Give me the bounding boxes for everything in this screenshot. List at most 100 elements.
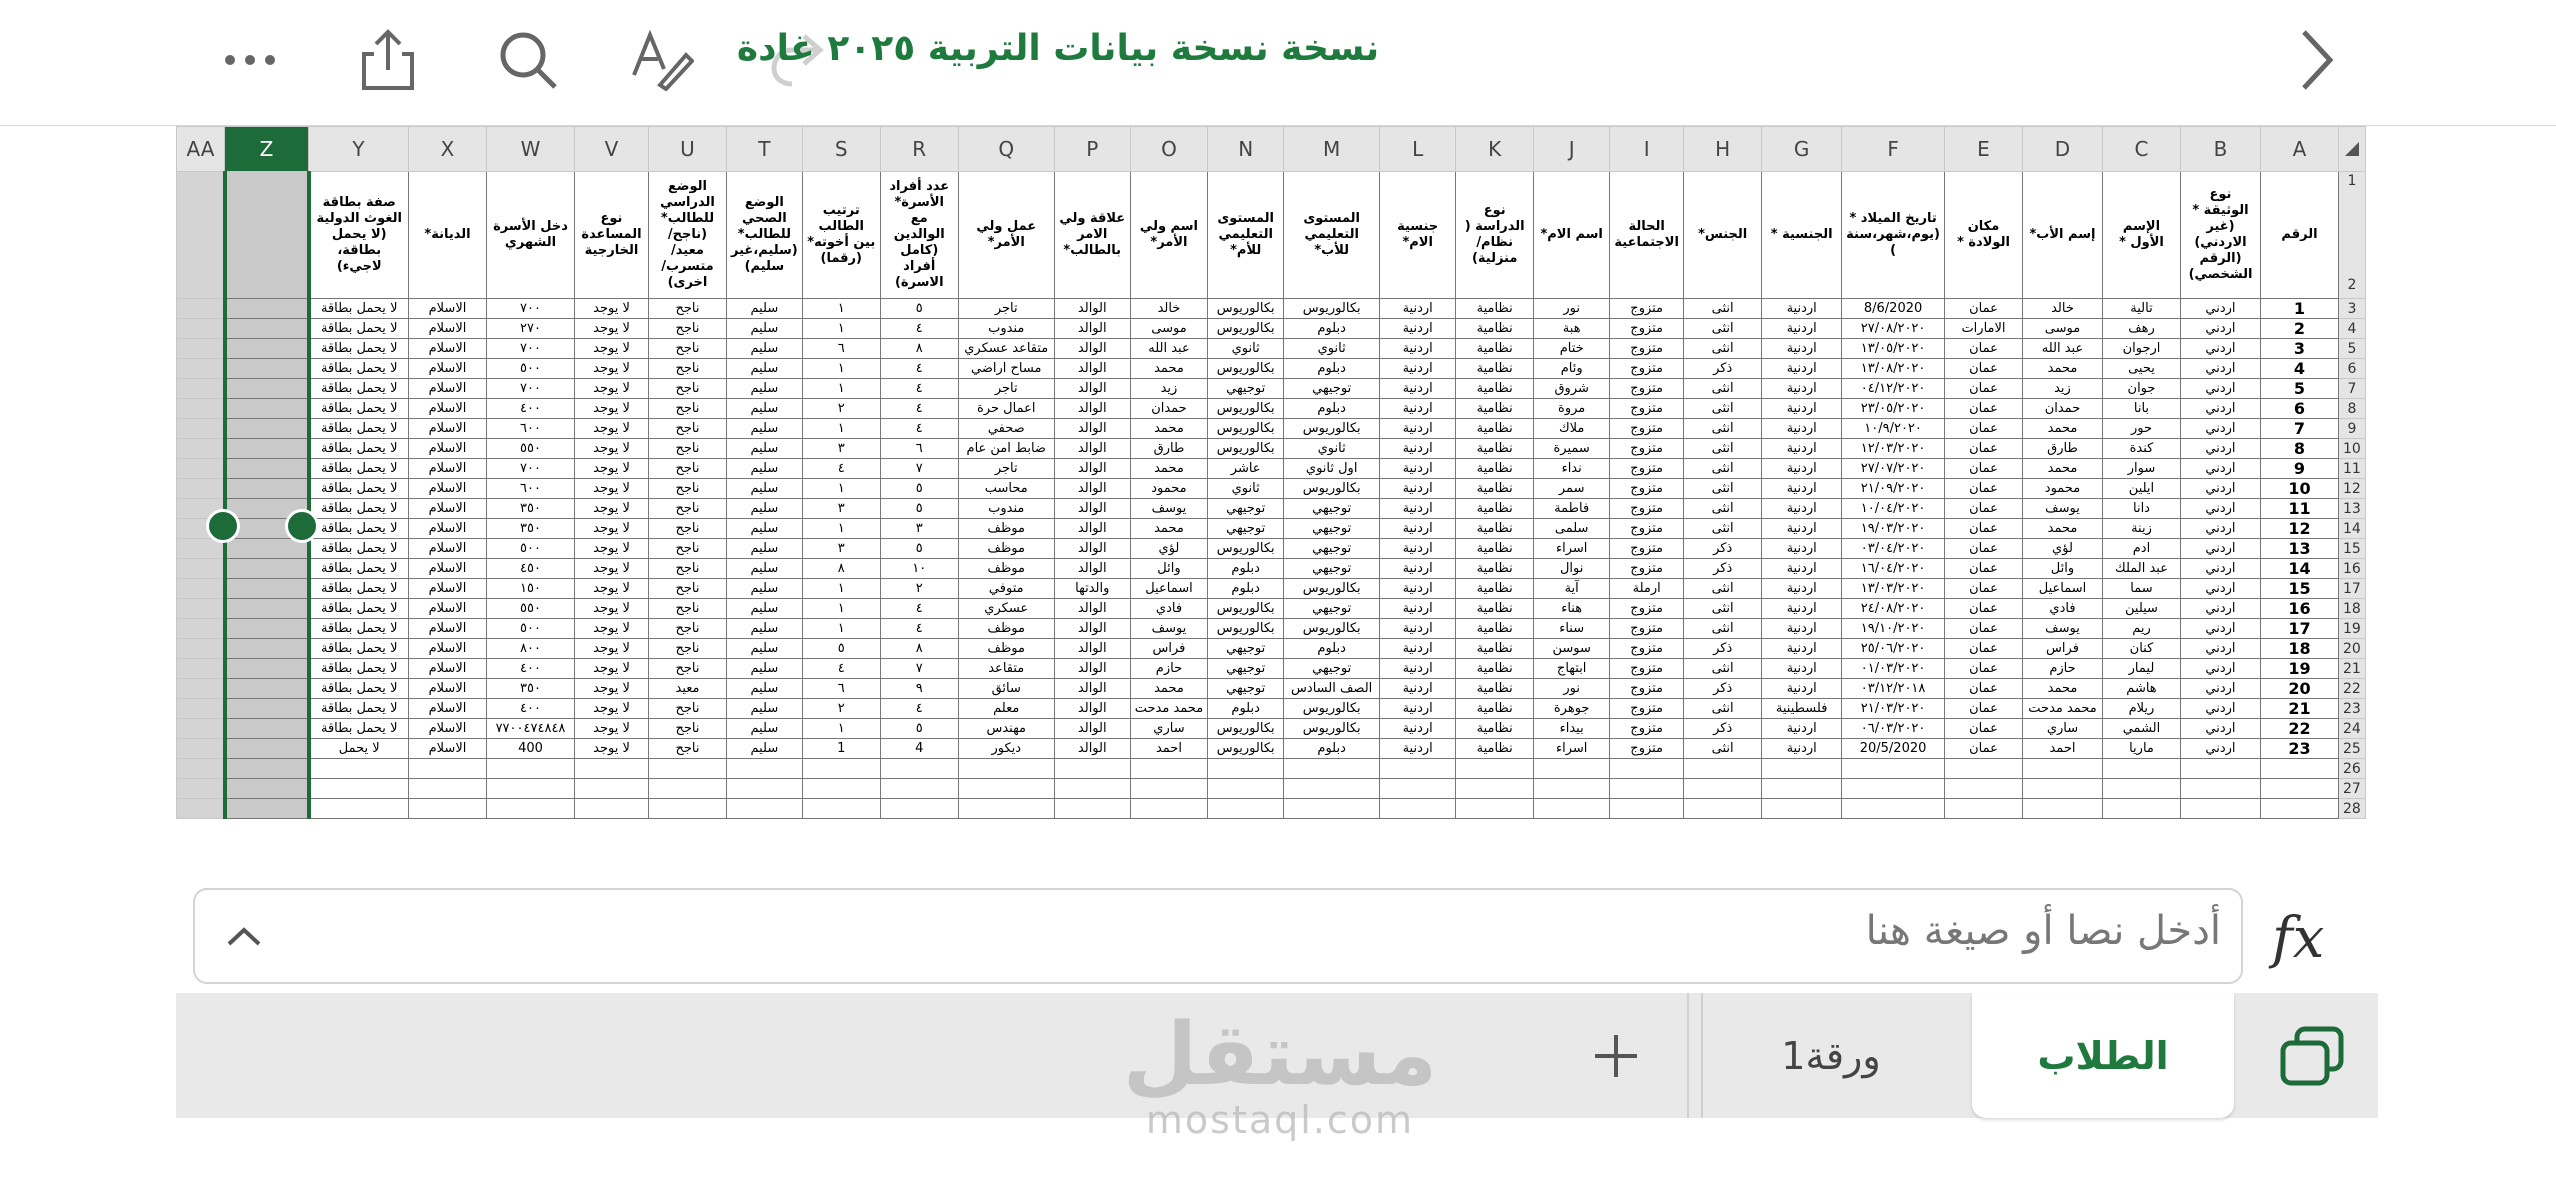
table-cell[interactable]: اردنية (1761, 578, 1843, 599)
header-cell[interactable]: نوع الدراسة ( نظام/ منزلية) (1455, 171, 1535, 299)
header-cell[interactable]: دخل الأسرة الشهري (486, 171, 575, 299)
table-cell[interactable]: انثى (1683, 398, 1763, 419)
table-cell[interactable]: اردني (2179, 638, 2261, 659)
table-cell[interactable]: لا يحمل بطاقة (308, 338, 409, 359)
table-cell[interactable]: ٦٠٠ (486, 418, 575, 439)
table-cell[interactable]: الاسلام (408, 598, 487, 619)
table-cell[interactable]: ٥٠٠ (486, 618, 575, 639)
table-cell[interactable]: اردني (2179, 678, 2261, 699)
row-number[interactable]: 8 (2337, 398, 2366, 419)
table-cell-empty[interactable] (648, 778, 727, 799)
table-cell[interactable]: ٤٠٠ (486, 398, 575, 419)
table-cell[interactable]: ١٠/٠٤/٢٠٢٠ (1841, 498, 1945, 519)
table-cell[interactable]: بيداء (1533, 718, 1611, 739)
table-cell[interactable]: نظامية (1455, 658, 1535, 679)
table-cell[interactable] (176, 338, 225, 359)
table-cell[interactable]: بكالوريوس (1207, 438, 1285, 459)
table-cell-empty[interactable] (1207, 778, 1285, 799)
table-cell[interactable]: انثى (1683, 438, 1763, 459)
table-cell[interactable] (222, 698, 311, 719)
table-cell[interactable]: سليم (726, 558, 803, 579)
table-cell[interactable]: ٢٧٠ (486, 318, 575, 339)
table-cell[interactable]: لا يوجد (574, 318, 649, 339)
table-cell[interactable]: عبد الملك (2101, 558, 2181, 579)
column-header-t[interactable]: T (726, 126, 803, 172)
table-cell[interactable]: نظامية (1455, 598, 1535, 619)
table-cell[interactable]: 12 (2259, 518, 2339, 539)
table-cell[interactable]: اردنية (1379, 478, 1457, 499)
column-header-aa[interactable]: AA (176, 126, 225, 172)
table-cell[interactable]: بكالوريوس (1207, 718, 1285, 739)
table-cell[interactable]: لا يحمل بطاقة (308, 718, 409, 739)
table-cell[interactable]: ١٩/١٠/٢٠٢٠ (1841, 618, 1945, 639)
table-cell-empty[interactable] (408, 758, 487, 779)
table-cell[interactable]: الاسلام (408, 298, 487, 319)
chevron-right-icon[interactable] (2278, 22, 2354, 98)
table-cell[interactable]: متزوج (1609, 698, 1685, 719)
table-cell[interactable]: دبلوم (1283, 638, 1381, 659)
table-cell[interactable]: نظامية (1455, 538, 1535, 559)
row-number[interactable]: 7 (2337, 378, 2366, 399)
table-cell[interactable]: ٩ (879, 678, 959, 699)
table-cell[interactable]: متزوج (1609, 398, 1685, 419)
column-header-d[interactable]: D (2021, 126, 2103, 172)
table-cell[interactable]: دبلوم (1283, 358, 1381, 379)
table-cell[interactable]: ١ (801, 378, 881, 399)
table-cell[interactable]: لا يوجد (574, 658, 649, 679)
table-cell[interactable]: 2 (2259, 318, 2339, 339)
table-cell[interactable]: بكالوريوس (1283, 298, 1381, 319)
column-header-n[interactable]: N (1207, 126, 1285, 172)
table-cell[interactable]: ناجح (648, 598, 727, 619)
table-cell[interactable]: ادم (2101, 538, 2181, 559)
row-number[interactable]: 13 (2337, 498, 2366, 519)
table-cell[interactable]: اسراء (1533, 738, 1611, 759)
row-number[interactable]: 16 (2337, 558, 2366, 579)
table-cell[interactable]: حور (2101, 418, 2181, 439)
header-cell[interactable]: الجنس* (1683, 171, 1763, 299)
table-cell[interactable]: نظامية (1455, 298, 1535, 319)
table-cell[interactable]: ريم (2101, 618, 2181, 639)
table-cell[interactable] (222, 658, 311, 679)
table-cell[interactable] (176, 418, 225, 439)
table-cell[interactable] (222, 358, 311, 379)
table-cell[interactable]: الاسلام (408, 678, 487, 699)
table-cell[interactable]: الاسلام (408, 638, 487, 659)
table-cell[interactable]: اردنية (1379, 458, 1457, 479)
table-cell-empty[interactable] (1841, 778, 1945, 799)
table-cell[interactable]: ١٩/٠٣/٢٠٢٠ (1841, 518, 1945, 539)
table-cell[interactable]: دبلوم (1283, 738, 1381, 759)
table-cell[interactable]: ليمار (2101, 658, 2181, 679)
table-cell[interactable]: نظامية (1455, 418, 1535, 439)
table-cell[interactable]: عمان (1943, 718, 2023, 739)
table-cell[interactable]: الشمي (2101, 718, 2181, 739)
table-cell[interactable]: اردني (2179, 658, 2261, 679)
add-sheet-button[interactable] (1546, 993, 1686, 1118)
table-cell[interactable]: 6 (2259, 398, 2339, 419)
table-cell[interactable]: ناجح (648, 438, 727, 459)
table-cell[interactable]: عمان (1943, 598, 2023, 619)
table-cell[interactable] (222, 558, 311, 579)
table-cell[interactable]: توجيهي (1207, 658, 1285, 679)
table-cell-empty[interactable] (176, 758, 225, 779)
table-cell[interactable]: ٣٥٠ (486, 518, 575, 539)
table-cell[interactable]: ضابط امن عام (957, 438, 1055, 459)
table-cell[interactable]: ناجح (648, 478, 727, 499)
table-cell[interactable]: اردني (2179, 618, 2261, 639)
table-cell[interactable]: الوالد (1053, 678, 1131, 699)
table-cell[interactable]: نظامية (1455, 318, 1535, 339)
table-cell[interactable]: نظامية (1455, 498, 1535, 519)
table-cell[interactable]: انثى (1683, 738, 1763, 759)
table-cell-empty[interactable] (1207, 758, 1285, 779)
column-header-m[interactable]: M (1283, 126, 1381, 172)
table-cell[interactable]: ذكر (1683, 538, 1763, 559)
header-cell[interactable]: الجنسية * (1761, 171, 1843, 299)
table-cell[interactable]: بكالوريوس (1207, 738, 1285, 759)
table-cell[interactable]: ٤ (801, 458, 881, 479)
table-cell[interactable]: توجيهي (1283, 558, 1381, 579)
header-cell[interactable]: اسم ولي الأمر* (1129, 171, 1209, 299)
table-cell[interactable]: سليم (726, 498, 803, 519)
table-cell[interactable]: اسماعيل (1129, 578, 1209, 599)
table-cell[interactable]: توجيهي (1283, 518, 1381, 539)
column-header-x[interactable]: X (408, 126, 487, 172)
table-cell[interactable]: انثى (1683, 418, 1763, 439)
